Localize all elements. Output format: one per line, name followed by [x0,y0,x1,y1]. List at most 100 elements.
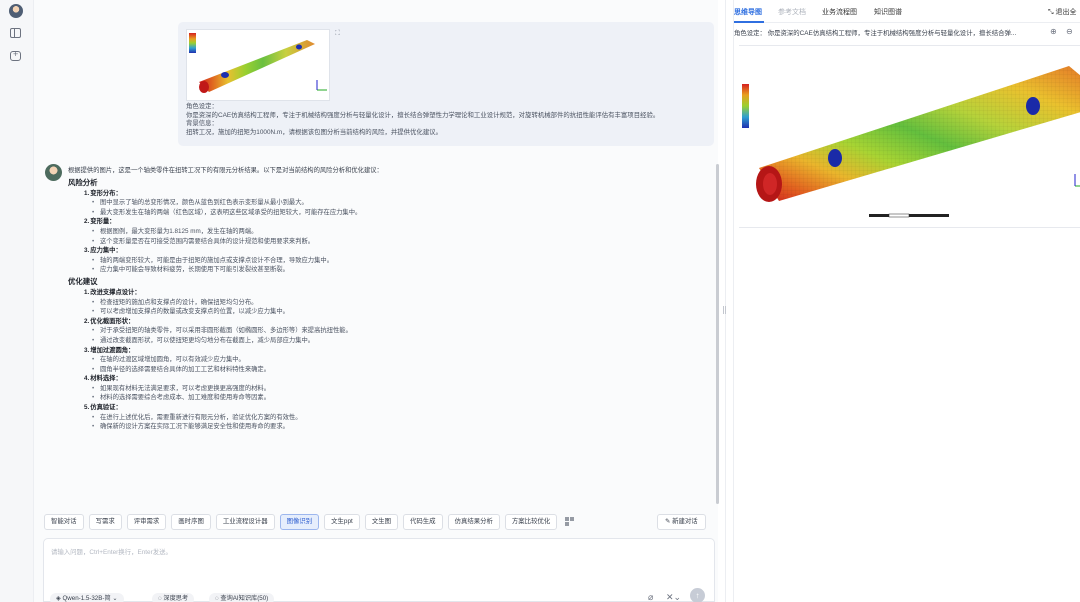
item-bullets: 在轴的过渡区域增加圆角，可以有效减少应力集中。圆角半径的选择需要结合具体的加工工… [92,355,708,374]
reply-intro: 根据提供的图片，这是一个轴类零件在扭转工况下的有限元分析结果。以下是对当前结构的… [68,167,383,174]
bullet-item: 在轴的过渡区域增加圆角，可以有效减少应力集中。 [92,355,708,365]
bullet-item: 图中显示了轴的总变形情况，颜色从蓝色到红色表示变形量从最小到最大。 [92,198,708,208]
reply-list-item: 2.优化截面形状：对于承受扭矩的轴类零件，可以采用非圆形截面（如椭圆形、多边形等… [84,317,708,346]
shaft-hole [828,149,842,167]
item-bullets: 图中显示了轴的总变形情况，颜色从蓝色到红色表示变形量从最小到最大。最大变形发生在… [92,198,708,217]
uploaded-image-thumbnail[interactable] [186,29,330,101]
tool-button[interactable]: 写需求 [88,514,122,530]
tool-button[interactable]: 文生图 [364,514,398,530]
bullet-item: 检查扭矩的施加点和支撑点的设计，确保扭矩均匀分布。 [92,298,708,308]
item-number: 3. [84,247,90,255]
new-chat-icon[interactable] [10,49,21,61]
item-title: 仿真验证： [90,404,122,412]
copy-icon[interactable]: ⛶ [335,30,340,38]
bullet-item: 在进行上述优化后，需要重新进行有限元分析，验证优化方案的有效性。 [92,413,708,423]
item-bullets: 对于承受扭矩的轴类零件，可以采用非圆形截面（如椭圆形、多边形等）来提高抗扭性能。… [92,326,708,345]
left-rail [0,0,34,602]
exit-fullscreen-button[interactable]: ⤡ 退出全 [1048,7,1077,17]
item-number: 3. [84,346,90,354]
more-tools-icon[interactable] [562,514,578,530]
shaft-fea-preview [742,66,1080,218]
reply-section-title: 优化建议 [68,276,98,286]
assistant-reply: 根据提供的图片，这是一个轴类零件在扭转工况下的有限元分析结果。以下是对当前结构的… [68,166,708,432]
quick-tools-bar: 智能对话 写需求 评审需求 画时序图 工业流程设计器 图像识别 文生ppt 文生图 代码生成 仿真… [44,514,578,531]
item-title: 变形量： [90,218,116,226]
tab-business-flow[interactable]: 业务流程图 [822,7,857,17]
bullet-item: 可以考虑增加支撑点的数量或改变支撑点的位置，以减少应力集中。 [92,307,708,317]
tool-button[interactable]: 代码生成 [403,514,443,530]
item-number: 1. [84,288,90,296]
tab-knowledge-graph[interactable]: 知识图谱 [874,7,902,17]
item-bullets: 轴的两端变形较大，可能是由于扭矩的施加点或支撑点设计不合理，导致应力集中。应力集… [92,256,708,275]
shaft-end-face-inner [763,173,777,195]
pane-divider [725,0,726,602]
new-chat-button[interactable]: ✎ 新建对话 [657,514,706,530]
bullet-item: 对于承受扭矩的轴类零件，可以采用非圆形截面（如椭圆形、多边形等）来提高抗扭性能。 [92,326,708,336]
reply-list-item: 3.应力集中：轴的两端变形较大，可能是由于扭矩的施加点或支撑点设计不合理，导致应… [84,246,708,275]
tool-button[interactable]: 图像识别 [279,514,320,530]
deep-think-toggle[interactable]: ◌ 深度思考 [152,593,195,602]
knowledge-base-label: 查询AI知识库(50) [220,595,269,602]
user-avatar[interactable] [9,4,23,18]
deep-think-label: 深度思考 [163,595,189,602]
reply-list-item: 3.增加过渡圆角：在轴的过渡区域增加圆角，可以有效减少应力集中。圆角半径的选择需… [84,346,708,375]
tab-reference-docs[interactable]: 参考文档 [778,7,806,17]
shaft-end [199,81,209,93]
item-title: 材料选择： [90,375,122,383]
tool-button[interactable]: 智能对话 [44,514,84,530]
item-title: 改进支撑点设计： [90,288,141,296]
tools-icon[interactable]: ✕⌄ [666,592,681,602]
chat-scrollbar[interactable] [716,164,719,504]
tool-button[interactable]: 工业流程设计器 [215,514,275,530]
resize-handle[interactable] [723,306,726,314]
reply-list-item: 2.变形量：根据图例，最大变形量为1.8125 mm，发生在轴的两端。这个变形量… [84,217,708,246]
tool-button[interactable]: 画时序图 [171,514,211,530]
reply-list-item: 5.仿真验证：在进行上述优化后，需要重新进行有限元分析，验证优化方案的有效性。确… [84,403,708,432]
item-number: 1. [84,189,90,197]
tool-button[interactable]: 方案比较优化 [504,514,558,530]
knowledge-base-toggle[interactable]: ◌ 查询AI知识库(50) [209,593,275,602]
attach-icon[interactable]: ⌀ [648,592,653,602]
shaft-fea-image [189,33,327,93]
item-title: 增加过渡圆角： [90,346,135,354]
bullet-item: 确保新的设计方案在实际工况下能够满足安全性和使用寿命的要求。 [92,422,708,432]
bullet-item: 通过改变截面形状，可以使扭矩更均匀地分布在截面上，减少局部应力集中。 [92,336,708,346]
zoom-out-icon[interactable]: ⊖ [1066,27,1073,36]
model-name: Qwen-1.5-32B-简 [62,595,111,602]
reply-list-item: 1.改进支撑点设计： 检查扭矩的施加点和支撑点的设计，确保扭矩均匀分布。可以考虑增… [84,288,708,317]
tool-button[interactable]: 仿真结果分析 [447,514,500,530]
new-chat-label: 新建对话 [672,518,698,525]
right-tabs: 思维导图 参考文档 业务流程图 知识图谱 ⤡ 退出全 [734,0,1080,23]
right-panel: 思维导图 参考文档 业务流程图 知识图谱 ⤡ 退出全 角色设定： 你是资深的CA… [733,0,1080,602]
app-root: ⛶ 角色设定： 你是资深的CAE仿真结构工程师，专注于机械结构强度分析与轻量化设… [0,0,1080,602]
reply-numbered-list: 1.改进支撑点设计： 检查扭矩的施加点和支撑点的设计，确保扭矩均匀分布。可以考虑增… [84,288,708,432]
item-number: 2. [84,317,90,325]
reply-list-item: 1.变形分布：图中显示了轴的总变形情况，颜色从蓝色到红色表示变形量从最小到最大。… [84,189,708,218]
shaft-hole [296,44,302,50]
role-summary: 角色设定： 你是资深的CAE仿真结构工程师，专注于机械结构强度分析与轻量化设计，… [734,30,1017,37]
tool-button[interactable]: 文生ppt [324,514,360,530]
assistant-avatar [45,164,62,181]
send-button[interactable]: ↑ [690,588,705,602]
image-preview[interactable] [739,45,1080,228]
tool-button[interactable]: 评审需求 [126,514,167,530]
reply-section-title: 风险分析 [68,177,98,187]
legend-bar [189,33,196,53]
bullet-item: 轴的两端变形较大，可能是由于扭矩的施加点或支撑点设计不合理，导致应力集中。 [92,256,708,266]
tab-mindmap[interactable]: 思维导图 [734,7,762,17]
bullet-item: 圆角半径的选择需要结合具体的加工工艺和材料特性来确定。 [92,365,708,375]
item-bullets: 在进行上述优化后，需要重新进行有限元分析，验证优化方案的有效性。确保新的设计方案… [92,413,708,432]
chat-input[interactable]: 请输入问题，Ctrl+Enter换行，Enter发送。 ◈ Qwen-1.5-3… [43,538,715,602]
user-message-bubble: ⛶ 角色设定： 你是资深的CAE仿真结构工程师，专注于机械结构强度分析与轻量化设… [178,22,714,146]
scale-bar-segment [888,213,910,218]
bullet-item: 如果现有材料无法满足要求，可以考虑更换更高强度的材料。 [92,384,708,394]
user-line: 角色设定： [186,103,218,110]
input-placeholder: 请输入问题，Ctrl+Enter换行，Enter发送。 [51,549,172,556]
shaft-hole [221,72,229,78]
reply-numbered-list: 1.变形分布：图中显示了轴的总变形情况，颜色从蓝色到红色表示变形量从最小到最大。… [84,189,708,275]
model-select[interactable]: ◈ Qwen-1.5-32B-简 ⌄ [50,593,124,602]
active-tab-indicator [734,21,764,23]
zoom-in-icon[interactable]: ⊕ [1050,27,1057,36]
item-number: 2. [84,218,90,226]
panel-toggle-icon[interactable] [10,28,21,38]
